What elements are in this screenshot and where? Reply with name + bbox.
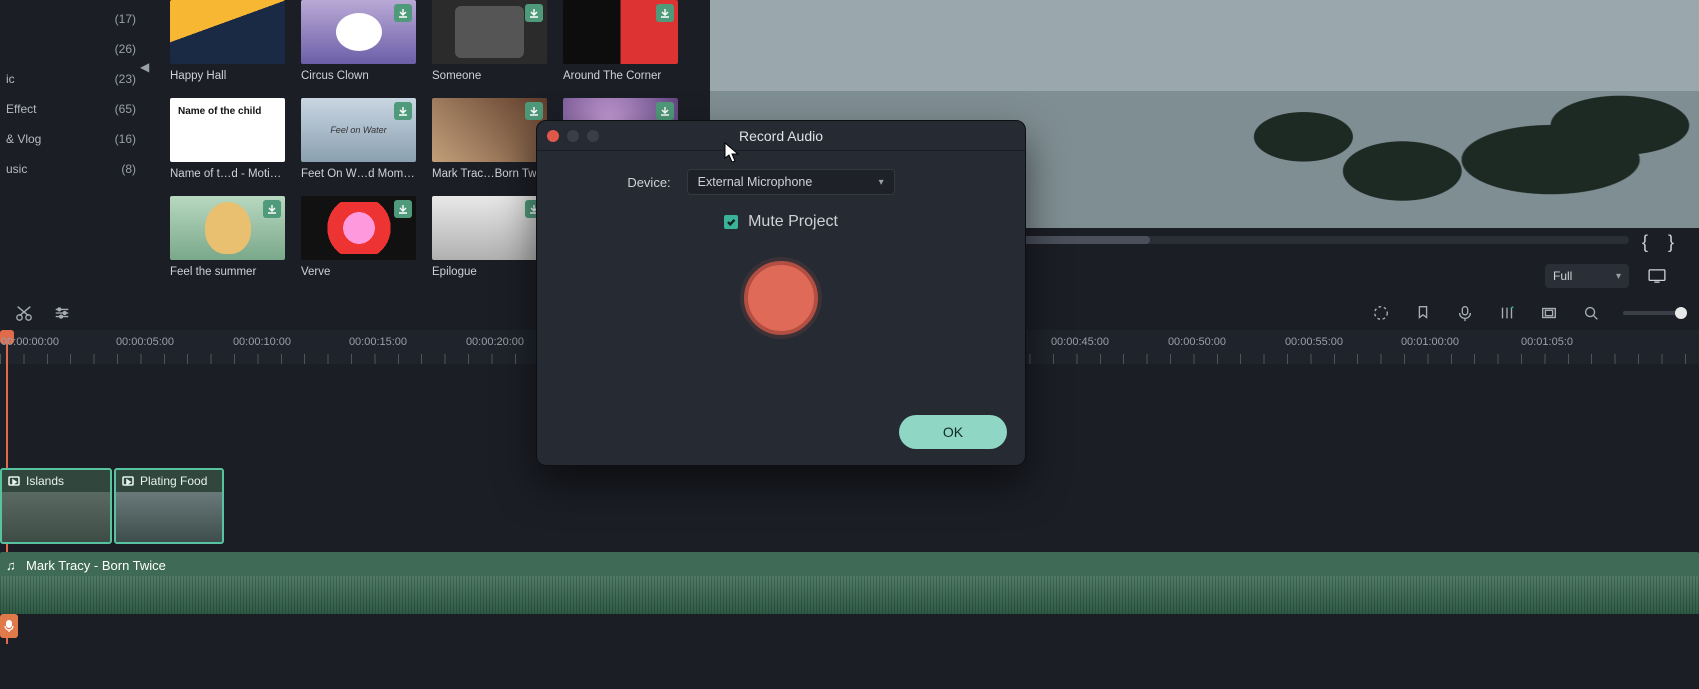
clip-thumb[interactable] [170, 98, 285, 162]
sidebar-item[interactable]: ic(23) [0, 64, 142, 94]
download-icon[interactable] [525, 102, 543, 120]
download-icon[interactable] [656, 102, 674, 120]
mark-out-icon[interactable]: } [1661, 230, 1681, 254]
video-clip[interactable]: Islands [0, 468, 112, 544]
ruler-timestamp: 00:00:55:00 [1285, 336, 1343, 348]
audio-track[interactable]: ♫ Mark Tracy - Born Twice [0, 552, 1699, 614]
crop-icon[interactable] [1539, 303, 1559, 323]
clip-label: Epilogue [432, 266, 547, 278]
voiceover-marker[interactable] [0, 614, 18, 638]
record-audio-dialog: Record Audio Device: External Microphone… [536, 120, 1026, 466]
download-icon[interactable] [263, 200, 281, 218]
sidebar-item[interactable]: & Vlog(16) [0, 124, 142, 154]
preview-quality-select[interactable]: Full▾ [1545, 264, 1629, 288]
maximize-window-icon[interactable] [587, 130, 599, 142]
clip-label: Around The Corner [563, 70, 678, 82]
ruler-timestamp: 00:00:15:00 [349, 336, 407, 348]
ruler-timestamp: 00:00:00:00 [1, 336, 59, 348]
category-sidebar: (17) (26) ic(23) Effect(65) & Vlog(16) u… [0, 0, 150, 290]
record-button[interactable] [744, 261, 818, 335]
download-icon[interactable] [656, 4, 674, 22]
dialog-title: Record Audio [739, 128, 823, 144]
media-clip[interactable]: Someone [432, 0, 547, 82]
ok-button[interactable]: OK [899, 415, 1007, 449]
chevron-down-icon: ▾ [1616, 271, 1621, 282]
dialog-titlebar[interactable]: Record Audio [537, 121, 1025, 151]
clip-thumb[interactable] [301, 196, 416, 260]
clip-label: Name of t…d - Motions [170, 168, 285, 180]
download-icon[interactable] [394, 200, 412, 218]
media-clip[interactable]: Epilogue [432, 196, 547, 278]
clip-label: Circus Clown [301, 70, 416, 82]
ruler-timestamp: 00:00:45:00 [1051, 336, 1109, 348]
clip-thumb[interactable] [432, 0, 547, 64]
fullscreen-icon[interactable] [1645, 264, 1669, 288]
voiceover-icon[interactable] [1455, 303, 1475, 323]
render-icon[interactable] [1371, 303, 1391, 323]
close-window-icon[interactable] [547, 130, 559, 142]
sidebar-item[interactable]: Effect(65) [0, 94, 142, 124]
window-traffic-lights [547, 130, 599, 142]
ruler-timestamp: 00:01:05:0 [1521, 336, 1573, 348]
audio-clip[interactable]: ♫ Mark Tracy - Born Twice [0, 552, 1699, 614]
collapse-sidebar-icon[interactable]: ◀ [140, 60, 149, 74]
download-icon[interactable] [525, 4, 543, 22]
sidebar-item[interactable]: usic(8) [0, 154, 142, 184]
clip-thumb[interactable] [432, 196, 547, 260]
clip-title: Islands [26, 474, 64, 488]
waveform [0, 576, 1699, 614]
media-clip[interactable]: Happy Hall [170, 0, 285, 82]
clip-label: Happy Hall [170, 70, 285, 82]
clip-thumb[interactable] [301, 98, 416, 162]
sidebar-item[interactable]: (26) [0, 34, 142, 64]
checkbox-label: Mute Project [748, 213, 838, 231]
chevron-down-icon: ▾ [879, 177, 884, 188]
adjust-icon[interactable] [52, 303, 72, 323]
clip-label: Someone [432, 70, 547, 82]
clip-label: Feet On W…d Moment [301, 168, 416, 180]
checkbox-checked-icon[interactable] [724, 215, 738, 229]
clip-thumb[interactable] [170, 196, 285, 260]
ruler-timestamp: 00:00:05:00 [116, 336, 174, 348]
cut-icon[interactable] [14, 303, 34, 323]
download-icon[interactable] [394, 102, 412, 120]
ruler-timestamp: 00:01:00:00 [1401, 336, 1459, 348]
clip-label: Feel the summer [170, 266, 285, 278]
clip-title: Plating Food [140, 474, 207, 488]
zoom-fit-icon[interactable] [1581, 303, 1601, 323]
media-clip[interactable]: Feet On W…d Moment [301, 98, 416, 180]
clip-thumb[interactable] [432, 98, 547, 162]
ruler-timestamp: 00:00:20:00 [466, 336, 524, 348]
music-note-icon: ♫ [6, 558, 16, 573]
media-clip[interactable]: Verve [301, 196, 416, 278]
video-track[interactable]: Islands Plating Food [0, 468, 1699, 548]
media-clip[interactable]: Circus Clown [301, 0, 416, 82]
clip-thumb[interactable] [301, 0, 416, 64]
sidebar-item[interactable]: (17) [0, 4, 142, 34]
audio-mixer-icon[interactable] [1497, 303, 1517, 323]
device-label: Device: [627, 175, 670, 190]
device-select[interactable]: External Microphone ▾ [687, 169, 895, 195]
download-icon[interactable] [394, 4, 412, 22]
clip-title: Mark Tracy - Born Twice [26, 558, 166, 573]
clip-label: Mark Trac…Born Twic [432, 168, 547, 180]
voiceover-track[interactable] [0, 614, 1699, 638]
media-clip[interactable]: Around The Corner [563, 0, 678, 82]
media-clip[interactable]: Feel the summer [170, 196, 285, 278]
mute-project-checkbox[interactable]: Mute Project [537, 195, 1025, 231]
marker-icon[interactable] [1413, 303, 1433, 323]
video-clip[interactable]: Plating Food [114, 468, 224, 544]
ruler-timestamp: 00:00:50:00 [1168, 336, 1226, 348]
media-clip[interactable]: Mark Trac…Born Twic [432, 98, 547, 180]
media-clip[interactable]: Name of t…d - Motions [170, 98, 285, 180]
ruler-timestamp: 00:00:10:00 [233, 336, 291, 348]
clip-thumb[interactable] [170, 0, 285, 64]
slider-thumb[interactable] [1675, 307, 1687, 319]
mark-in-icon[interactable]: { [1635, 230, 1655, 254]
minimize-window-icon[interactable] [567, 130, 579, 142]
clip-thumb[interactable] [563, 0, 678, 64]
zoom-slider[interactable] [1623, 311, 1685, 315]
clip-label: Verve [301, 266, 416, 278]
